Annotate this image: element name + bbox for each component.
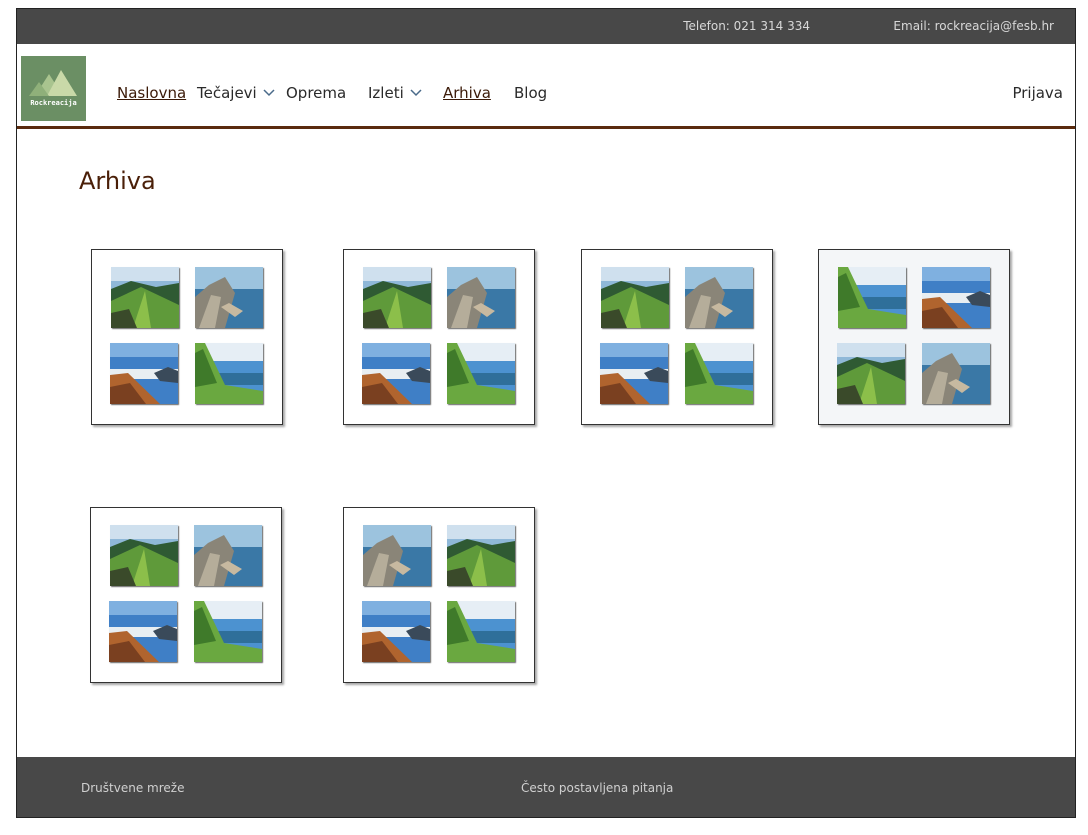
album-card[interactable]: [818, 249, 1010, 425]
nav-item-blog[interactable]: Blog: [514, 84, 547, 102]
photo-mountain-ridge[interactable]: [601, 267, 669, 328]
nav-item-label: Tečajevi: [197, 84, 257, 102]
photo-mountain-ridge[interactable]: [111, 267, 179, 328]
nav-item-label: Blog: [514, 84, 548, 102]
logo-text: Rockreacija: [30, 99, 77, 107]
photo-coastline[interactable]: [447, 267, 515, 328]
photo-cliff-sea-of-clouds[interactable]: [600, 343, 668, 404]
logo[interactable]: Rockreacija: [21, 56, 86, 121]
page-frame: Telefon: 021 314 334 Email: rockreacija@…: [16, 8, 1076, 818]
photo-green-hillside[interactable]: [195, 343, 263, 404]
login-link[interactable]: Prijava: [1012, 84, 1063, 102]
photo-green-hillside[interactable]: [685, 343, 753, 404]
nav-item-arhiva[interactable]: Arhiva: [443, 84, 491, 102]
main-navbar: Rockreacija Naslovna Tečajevi Oprema Izl…: [17, 44, 1075, 129]
photo-coastline[interactable]: [685, 267, 753, 328]
album-card[interactable]: [91, 249, 283, 425]
nav-item-label: Arhiva: [443, 84, 491, 102]
top-contact-bar: Telefon: 021 314 334 Email: rockreacija@…: [17, 9, 1075, 44]
album-card[interactable]: [343, 507, 535, 683]
mountain-logo-icon: [29, 70, 77, 96]
photo-coastline[interactable]: [363, 525, 431, 586]
nav-item-label: Oprema: [286, 84, 347, 102]
album-card[interactable]: [581, 249, 773, 425]
nav-item-label: Naslovna: [117, 84, 187, 102]
photo-green-hillside[interactable]: [838, 267, 906, 328]
photo-mountain-ridge[interactable]: [447, 525, 515, 586]
photo-cliff-sea-of-clouds[interactable]: [362, 601, 430, 662]
page-title: Arhiva: [79, 167, 156, 195]
album-card[interactable]: [343, 249, 535, 425]
chevron-down-icon: [263, 89, 275, 97]
photo-coastline[interactable]: [922, 343, 990, 404]
chevron-down-icon: [410, 89, 422, 97]
nav-item-naslovna[interactable]: Naslovna: [117, 84, 186, 102]
photo-cliff-sea-of-clouds[interactable]: [362, 343, 430, 404]
nav-item-izleti[interactable]: Izleti: [368, 84, 422, 102]
photo-cliff-sea-of-clouds[interactable]: [109, 601, 177, 662]
footer: Društvene mreže Često postavljena pitanj…: [17, 757, 1075, 817]
email-link[interactable]: Email: rockreacija@fesb.hr: [893, 19, 1054, 33]
photo-mountain-ridge[interactable]: [837, 343, 905, 404]
nav-item-label: Izleti: [368, 84, 404, 102]
album-card[interactable]: [90, 507, 282, 683]
photo-coastline[interactable]: [195, 267, 263, 328]
photo-mountain-ridge[interactable]: [363, 267, 431, 328]
photo-cliff-sea-of-clouds[interactable]: [110, 343, 178, 404]
nav-item-oprema[interactable]: Oprema: [286, 84, 346, 102]
phone-text: Telefon: 021 314 334: [683, 19, 810, 33]
photo-mountain-ridge[interactable]: [110, 525, 178, 586]
nav-item-tecajevi[interactable]: Tečajevi: [197, 84, 275, 102]
social-networks-link[interactable]: Društvene mreže: [81, 781, 184, 795]
photo-coastline[interactable]: [194, 525, 262, 586]
photo-green-hillside[interactable]: [194, 601, 262, 662]
photo-green-hillside[interactable]: [447, 343, 515, 404]
photo-green-hillside[interactable]: [447, 601, 515, 662]
photo-cliff-sea-of-clouds[interactable]: [922, 267, 990, 328]
faq-link[interactable]: Često postavljena pitanja: [521, 781, 673, 795]
